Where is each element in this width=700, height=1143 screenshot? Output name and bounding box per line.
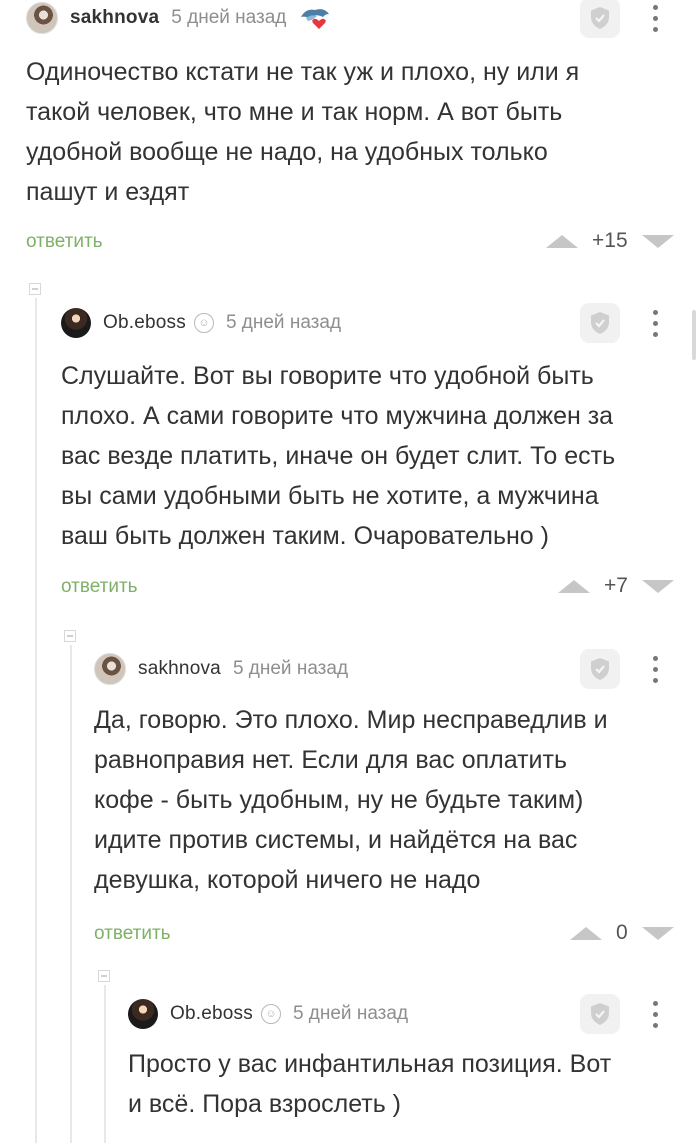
username[interactable]: Ob.eboss bbox=[170, 1003, 253, 1025]
username[interactable]: sakhnova bbox=[70, 7, 159, 29]
timestamp: 5 дней назад bbox=[292, 1003, 409, 1024]
timestamp: 5 дней назад bbox=[171, 7, 287, 28]
comment-text: Одиночество кстати не так уж и плохо, ну… bbox=[26, 58, 580, 206]
moderation-button[interactable] bbox=[580, 303, 620, 343]
rating: +7 bbox=[604, 574, 628, 597]
kebab-menu-icon[interactable] bbox=[645, 305, 665, 341]
avatar[interactable] bbox=[94, 653, 126, 685]
thread-line bbox=[35, 298, 37, 1143]
username[interactable]: sakhnova bbox=[138, 658, 221, 680]
comment-text: Да, говорю. Это плохо. Мир несправедлив … bbox=[94, 706, 608, 894]
vote-controls: +7 bbox=[558, 571, 674, 601]
upvote-icon[interactable] bbox=[558, 579, 590, 593]
moderation-button[interactable] bbox=[580, 649, 620, 689]
comment-header: Ob.eboss ☺ 5 дней назад bbox=[128, 996, 408, 1032]
moderation-button[interactable] bbox=[580, 994, 620, 1034]
subscriber-icon: ☺ bbox=[193, 313, 214, 333]
thread-line bbox=[70, 645, 72, 1143]
upvote-icon[interactable] bbox=[546, 234, 578, 248]
vote-controls: +15 bbox=[546, 226, 674, 256]
comment-text: Слушайте. Вот вы говорите что удобной бы… bbox=[61, 362, 616, 550]
scrollbar[interactable] bbox=[692, 310, 696, 360]
rating: +15 bbox=[592, 229, 628, 252]
reply-button[interactable]: ответить bbox=[26, 231, 103, 253]
subscriber-icon: ☺ bbox=[260, 1004, 281, 1024]
thread-line bbox=[104, 985, 106, 1143]
downvote-icon[interactable] bbox=[641, 234, 674, 248]
shield-icon bbox=[591, 312, 609, 334]
downvote-icon[interactable] bbox=[641, 579, 674, 593]
avatar[interactable] bbox=[26, 2, 58, 34]
rating: 0 bbox=[616, 921, 628, 944]
comment-text: Просто у вас инфантильная позиция. Вот и… bbox=[128, 1050, 612, 1118]
comment-header: sakhnova 5 дней назад bbox=[94, 651, 348, 687]
award-badge-icon[interactable] bbox=[298, 5, 332, 31]
kebab-menu-icon[interactable] bbox=[645, 996, 665, 1032]
kebab-menu-icon[interactable] bbox=[645, 651, 665, 687]
reply-button[interactable]: ответить bbox=[61, 576, 138, 598]
username[interactable]: Ob.eboss bbox=[103, 312, 186, 334]
collapse-toggle[interactable] bbox=[29, 283, 41, 295]
vote-controls: 0 bbox=[570, 918, 674, 948]
upvote-icon[interactable] bbox=[570, 926, 602, 940]
shield-icon bbox=[591, 658, 609, 680]
timestamp: 5 дней назад bbox=[232, 658, 349, 679]
timestamp: 5 дней назад bbox=[225, 312, 342, 333]
reply-button[interactable]: ответить bbox=[94, 923, 171, 945]
moderation-button[interactable] bbox=[580, 0, 620, 38]
collapse-toggle[interactable] bbox=[64, 630, 76, 642]
shield-icon bbox=[591, 1003, 609, 1025]
comment-header: Ob.eboss ☺ 5 дней назад bbox=[61, 305, 341, 341]
shield-icon bbox=[591, 7, 609, 29]
comment-header: sakhnova 5 дней назад bbox=[26, 0, 332, 36]
avatar[interactable] bbox=[61, 308, 91, 338]
downvote-icon[interactable] bbox=[641, 926, 674, 940]
kebab-menu-icon[interactable] bbox=[645, 0, 665, 36]
avatar[interactable] bbox=[128, 999, 158, 1029]
collapse-toggle[interactable] bbox=[98, 970, 110, 982]
